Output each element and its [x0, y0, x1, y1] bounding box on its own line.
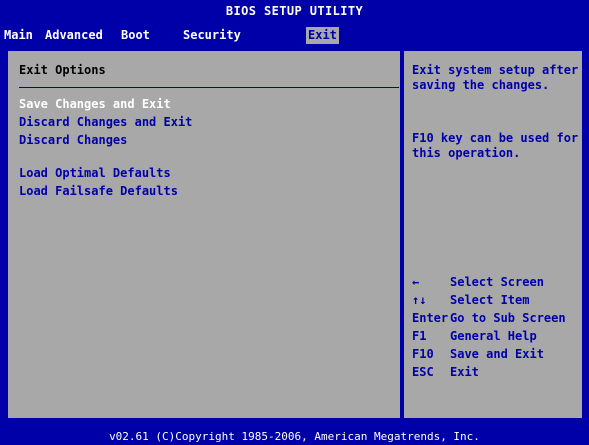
menu-exit[interactable]: Exit — [306, 27, 339, 44]
exit-options-panel: Exit Options Save Changes and Exit Disca… — [6, 49, 402, 420]
help-text-1: Exit system setup after saving the chang… — [412, 63, 579, 92]
legend-desc-select-screen: Select Screen — [450, 275, 544, 289]
legend-key-enter: Enter — [412, 311, 449, 325]
legend-desc-enter: Go to Sub Screen — [450, 311, 566, 325]
arrow-left-icon: ← — [412, 275, 420, 289]
legend-key-esc: ESC — [412, 365, 434, 379]
bios-title: BIOS SETUP UTILITY — [225, 4, 364, 18]
legend-row-f10: F10 Save and Exit — [412, 345, 582, 363]
section-title: Exit Options — [19, 63, 106, 77]
legend-row-select-item: ↑↓ Select Item — [412, 291, 582, 309]
help-panel: Exit system setup after saving the chang… — [402, 49, 584, 420]
menu-advanced[interactable]: Advanced — [45, 27, 103, 44]
arrow-updown-icon: ↑↓ — [412, 293, 427, 307]
copyright-footer: v02.61 (C)Copyright 1985-2006, American … — [109, 430, 480, 443]
menu-security[interactable]: Security — [183, 27, 241, 44]
menu-bar: Main Advanced Boot Security Exit — [0, 27, 589, 44]
legend-desc-f1: General Help — [450, 329, 537, 343]
menu-main[interactable]: Main — [4, 27, 33, 44]
legend-row-esc: ESC Exit — [412, 363, 582, 381]
option-load-failsafe-defaults[interactable]: Load Failsafe Defaults — [19, 184, 178, 198]
section-divider — [19, 87, 399, 88]
legend-row-enter: Enter Go to Sub Screen — [412, 309, 582, 327]
option-discard-changes[interactable]: Discard Changes — [19, 133, 127, 147]
option-load-optimal-defaults[interactable]: Load Optimal Defaults — [19, 166, 171, 180]
help-text-2: F10 key can be used for this operation. — [412, 131, 579, 160]
menu-boot[interactable]: Boot — [121, 27, 150, 44]
legend-row-select-screen: ← Select Screen — [412, 273, 582, 291]
legend-desc-select-item: Select Item — [450, 293, 530, 307]
legend-desc-f10: Save and Exit — [450, 347, 544, 361]
legend-key-f1: F1 — [412, 329, 427, 343]
option-discard-changes-and-exit[interactable]: Discard Changes and Exit — [19, 115, 192, 129]
option-save-changes-and-exit[interactable]: Save Changes and Exit — [19, 97, 171, 111]
legend-desc-esc: Exit — [450, 365, 479, 379]
legend-key-f10: F10 — [412, 347, 434, 361]
keyboard-legend: ← Select Screen ↑↓ Select Item Enter Go … — [412, 273, 582, 381]
bios-screen: BIOS SETUP UTILITY Main Advanced Boot Se… — [0, 0, 589, 445]
legend-row-f1: F1 General Help — [412, 327, 582, 345]
